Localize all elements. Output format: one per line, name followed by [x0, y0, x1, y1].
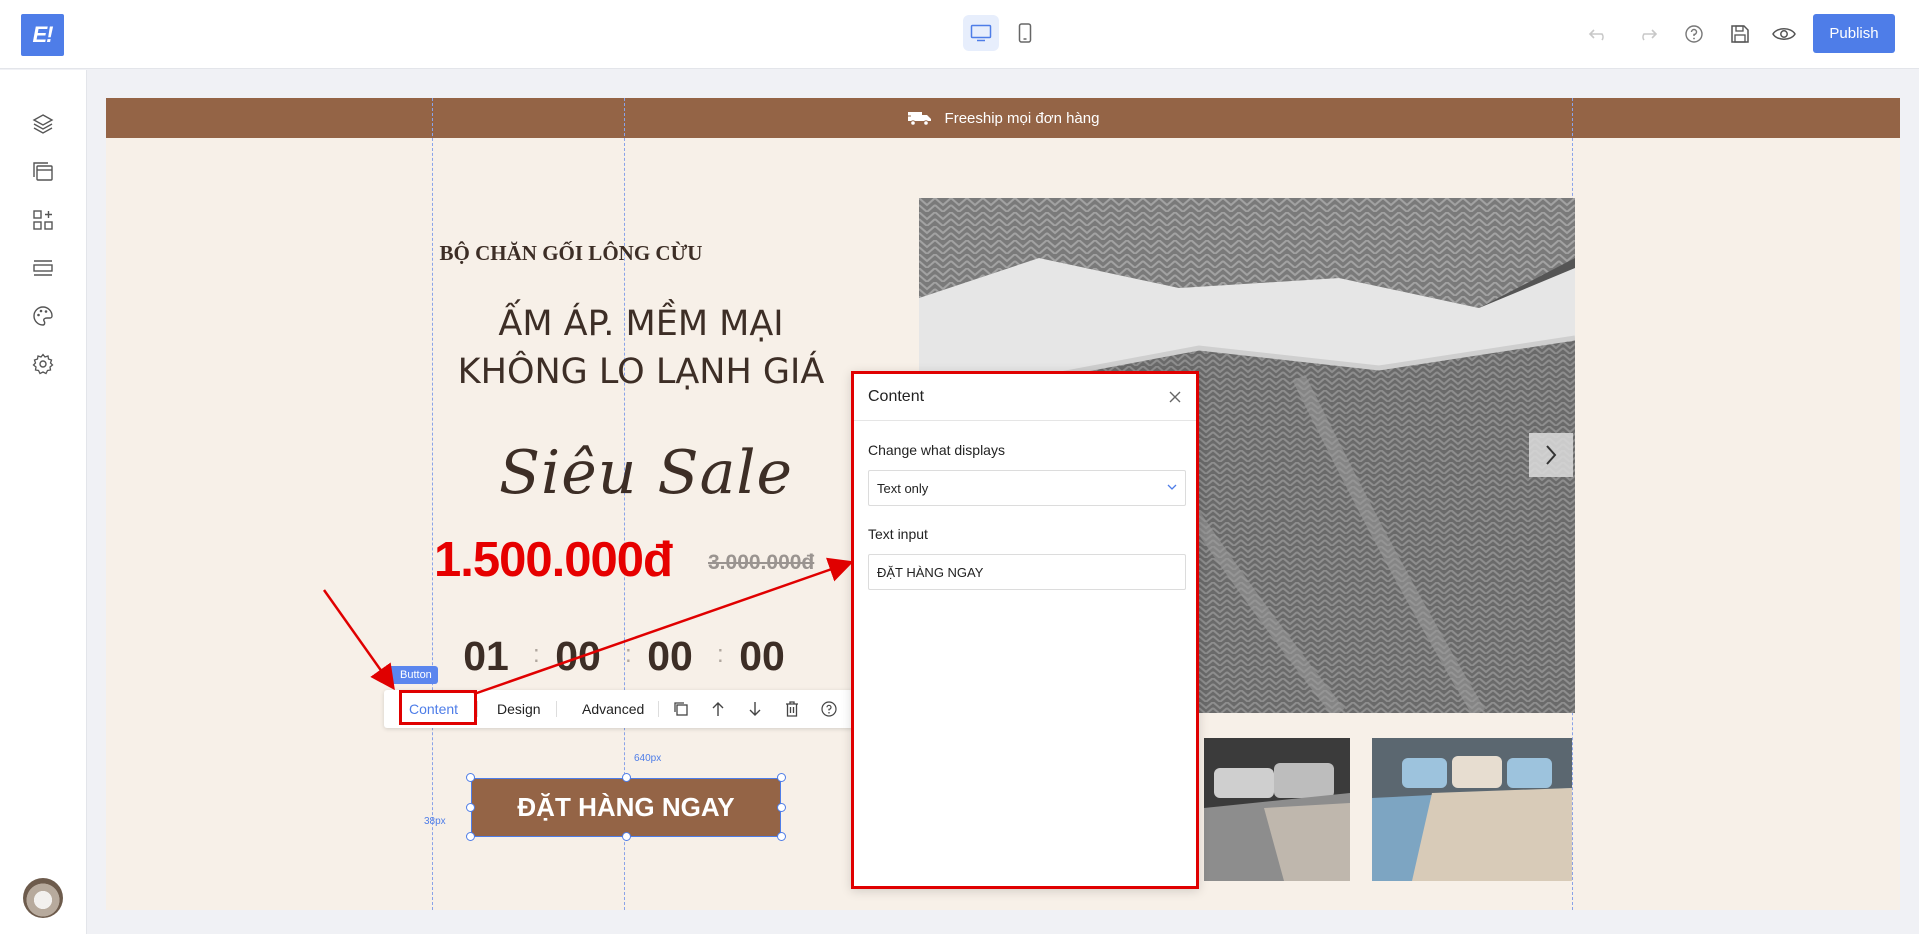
countdown-separator: : — [533, 641, 540, 668]
countdown-separator: : — [625, 641, 632, 668]
help-icon — [1685, 25, 1703, 43]
resize-handle[interactable] — [622, 832, 631, 841]
close-icon — [1169, 391, 1181, 403]
sale-price[interactable]: 1.500.000đ — [434, 532, 673, 588]
height-indicator: 38px — [424, 816, 446, 827]
resize-handle[interactable] — [777, 832, 786, 841]
chevron-right-icon — [1546, 445, 1557, 465]
mobile-view-button[interactable] — [1007, 15, 1043, 51]
left-sidebar — [0, 70, 87, 934]
panel-header: Content — [854, 374, 1196, 421]
text-input-label: Text input — [868, 526, 928, 542]
element-help-button[interactable] — [819, 699, 839, 719]
pages-button[interactable] — [30, 159, 56, 185]
preview-button[interactable] — [1770, 20, 1798, 48]
resize-handle[interactable] — [777, 773, 786, 782]
product-thumbnail[interactable] — [1204, 738, 1350, 881]
countdown-minutes: 00 — [647, 633, 693, 679]
countdown-days: 01 — [463, 633, 509, 679]
countdown-hours: 00 — [555, 633, 601, 679]
mobile-icon — [1018, 23, 1032, 43]
shipping-banner[interactable]: Freeship mọi đơn hàng — [106, 98, 1900, 138]
banner-text: Freeship mọi đơn hàng — [944, 109, 1100, 127]
product-thumbnail[interactable] — [1372, 738, 1572, 881]
help-icon — [821, 701, 837, 717]
order-now-button[interactable]: ĐẶT HÀNG NGAY — [471, 778, 781, 837]
layers-icon — [32, 114, 54, 134]
bedding-thumbnail — [1372, 738, 1572, 881]
selected-element-tag[interactable]: Button — [384, 666, 438, 684]
sale-script-heading[interactable]: Siêu Sale — [486, 438, 806, 508]
tab-design[interactable]: Design — [497, 690, 541, 728]
desktop-icon — [970, 24, 992, 42]
help-button[interactable] — [1680, 20, 1708, 48]
sections-button[interactable] — [30, 255, 56, 281]
countdown-seconds: 00 — [739, 633, 785, 679]
app-logo[interactable]: E! — [21, 14, 64, 56]
redo-icon — [1642, 29, 1658, 41]
headline[interactable]: ẤM ÁP. MỀM MẠI KHÔNG LO LẠNH GIÁ — [406, 300, 876, 396]
gear-icon — [32, 353, 54, 375]
toolbar-divider — [477, 701, 478, 717]
display-mode-label: Change what displays — [868, 442, 1005, 458]
original-price[interactable]: 3.000.000đ — [708, 551, 814, 575]
trash-icon — [786, 701, 798, 717]
countdown-timer[interactable]: 01 : 00 : 00 : 00 — [451, 633, 791, 683]
arrow-down-icon — [749, 702, 761, 716]
headline-line-2: KHÔNG LO LẠNH GIÁ — [457, 352, 825, 392]
move-down-button[interactable] — [745, 699, 765, 719]
publish-button[interactable]: Publish — [1813, 14, 1895, 53]
duplicate-button[interactable] — [671, 699, 691, 719]
tab-advanced[interactable]: Advanced — [582, 690, 644, 728]
arrow-up-icon — [712, 702, 724, 716]
top-bar: E! Publish — [0, 0, 1919, 69]
display-mode-select[interactable]: Text only — [868, 470, 1186, 506]
product-subtitle[interactable]: BỘ CHĂN GỐI LÔNG CỪU — [406, 241, 736, 266]
panel-title: Content — [868, 388, 925, 405]
settings-button[interactable] — [30, 351, 56, 377]
eye-icon — [1772, 28, 1796, 40]
desktop-view-button[interactable] — [963, 15, 999, 51]
add-element-icon — [33, 210, 53, 230]
slider-next-button[interactable] — [1529, 433, 1573, 477]
undo-icon — [1588, 29, 1604, 41]
button-text-input[interactable] — [868, 554, 1186, 590]
resize-handle[interactable] — [466, 803, 475, 812]
user-avatar[interactable] — [23, 878, 63, 918]
countdown-separator: : — [717, 641, 724, 668]
add-elements-button[interactable] — [30, 207, 56, 233]
pages-icon — [33, 162, 53, 181]
guide-line — [432, 98, 433, 910]
width-indicator: 640px — [634, 753, 662, 764]
move-up-button[interactable] — [708, 699, 728, 719]
toolbar-divider — [658, 701, 659, 717]
redo-button[interactable] — [1633, 20, 1661, 48]
undo-button[interactable] — [1585, 20, 1613, 48]
headline-line-1: ẤM ÁP. MỀM MẠI — [498, 304, 784, 344]
duplicate-icon — [674, 702, 688, 716]
save-icon — [1731, 25, 1749, 43]
truck-icon — [906, 112, 931, 126]
content-settings-panel: Content Change what displays Text only T… — [851, 371, 1199, 889]
display-mode-value: Text only — [877, 480, 929, 496]
resize-handle[interactable] — [622, 773, 631, 782]
close-panel-button[interactable] — [1166, 388, 1184, 406]
palette-icon — [33, 306, 53, 326]
delete-button[interactable] — [782, 699, 802, 719]
resize-handle[interactable] — [466, 832, 475, 841]
bedding-thumbnail — [1204, 738, 1350, 881]
logo-text: E! — [32, 22, 54, 47]
sections-icon — [33, 260, 53, 276]
chevron-down-icon — [1167, 484, 1177, 490]
element-tag-label: Button — [400, 669, 432, 681]
resize-handle[interactable] — [777, 803, 786, 812]
content-tab-highlight — [399, 690, 477, 725]
layers-button[interactable] — [30, 111, 56, 137]
theme-button[interactable] — [30, 303, 56, 329]
toolbar-divider — [556, 701, 557, 717]
save-button[interactable] — [1726, 20, 1754, 48]
resize-handle[interactable] — [466, 773, 475, 782]
